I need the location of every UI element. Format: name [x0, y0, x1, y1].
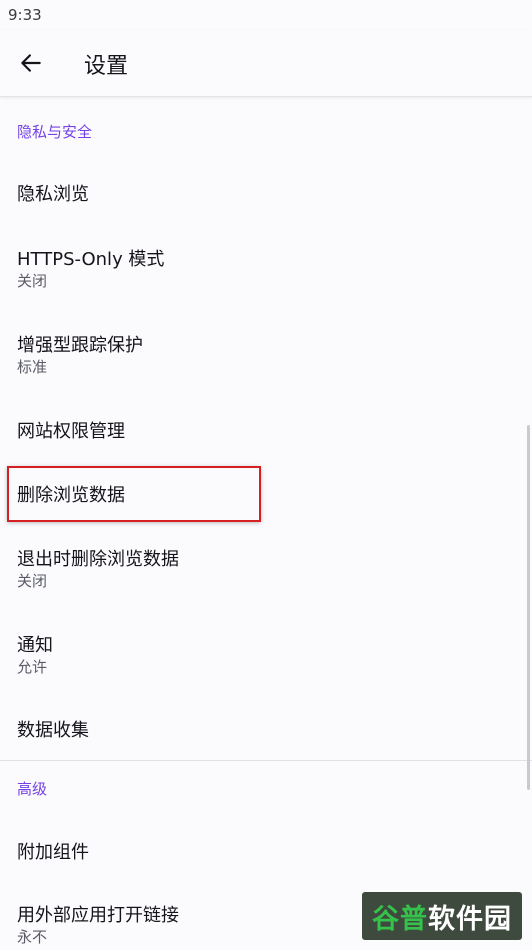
- watermark-logo: 谷普 软件园: [362, 892, 522, 940]
- section-header-advanced: 高级: [17, 780, 48, 798]
- setting-site-permissions[interactable]: 网站权限管理: [0, 402, 532, 458]
- watermark-text-part2: 软件园: [428, 903, 512, 935]
- setting-tracking-protection[interactable]: 增强型跟踪保护 标准: [0, 320, 532, 386]
- section-header-privacy: 隐私与安全: [17, 123, 93, 141]
- setting-label: 网站权限管理: [17, 421, 125, 442]
- setting-label: 用外部应用打开链接: [17, 905, 179, 926]
- setting-label: 退出时删除浏览数据: [17, 549, 179, 570]
- setting-label: 通知: [17, 635, 53, 656]
- setting-addons[interactable]: 附加组件: [0, 824, 532, 880]
- back-button[interactable]: [10, 42, 52, 84]
- setting-label: 隐私浏览: [17, 184, 89, 205]
- page-title: 设置: [84, 54, 129, 79]
- watermark-text-part1: 谷普: [372, 903, 428, 935]
- setting-delete-on-quit[interactable]: 退出时删除浏览数据 关闭: [0, 534, 532, 600]
- setting-summary: 永不: [17, 928, 48, 946]
- setting-label: 数据收集: [17, 720, 89, 741]
- setting-label: HTTPS-Only 模式: [17, 249, 165, 270]
- setting-notifications[interactable]: 通知 允许: [0, 620, 532, 686]
- section-divider: [0, 760, 532, 761]
- setting-summary: 关闭: [17, 272, 48, 290]
- status-time: 9:33: [8, 6, 42, 24]
- highlight-box: [7, 466, 261, 522]
- setting-https-only[interactable]: HTTPS-Only 模式 关闭: [0, 234, 532, 300]
- setting-summary: 允许: [17, 658, 48, 676]
- app-bar: 设置: [0, 30, 532, 97]
- setting-data-collection[interactable]: 数据收集: [0, 702, 532, 758]
- scrollbar[interactable]: [527, 425, 530, 790]
- status-bar: 9:33: [0, 0, 532, 30]
- arrow-left-icon: [21, 54, 41, 72]
- setting-private-browsing[interactable]: 隐私浏览: [0, 166, 532, 222]
- setting-label: 附加组件: [17, 842, 89, 863]
- setting-label: 增强型跟踪保护: [17, 335, 143, 356]
- setting-summary: 标准: [17, 358, 48, 376]
- setting-summary: 关闭: [17, 572, 48, 590]
